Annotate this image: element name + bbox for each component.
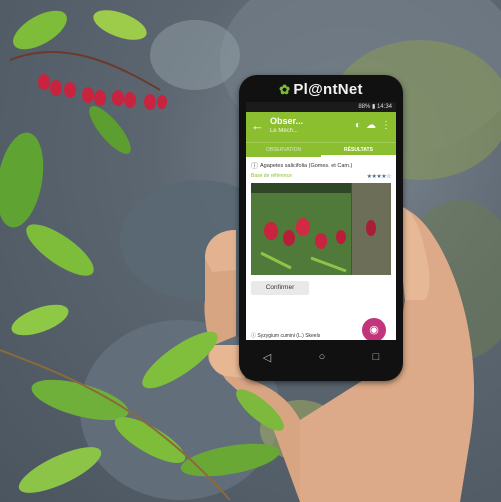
page-subtitle: Le Mêch... [270,128,299,134]
tab-results[interactable]: RÉSULTATS [321,143,396,157]
page-title: Obser... [270,116,304,126]
result-card-2: ⓘ Syzygium cumini (L.) Skeels [251,332,320,339]
back-nav-icon[interactable]: ◁ [263,351,271,364]
berries [38,74,167,110]
info-icon: ⓘ [251,163,258,170]
smartphone: ✿ Pl@ntNet 88% ▮ 14:34 ← Obser... Le Mêch… [239,75,403,381]
tab-bar: OBSERVATION RÉSULTATS [246,142,396,157]
overflow-menu-icon[interactable]: ⋮ [381,120,391,131]
species-name-2: Syzygium cumini (L.) Skeels [257,333,321,339]
toggle-icon[interactable]: ◐ [355,120,361,131]
arrow-left-icon[interactable]: ← [251,118,264,133]
result-card: ⓘ Agapetes salicifolia (Gomes. et Cam.) … [246,157,396,295]
brand-text: Pl@ntNet [293,81,363,98]
result-images[interactable] [251,183,391,275]
app-screen: 88% ▮ 14:34 ← Obser... Le Mêch... ◐ ☁ ⋮ OB… [246,102,396,340]
camera-icon[interactable]: ◉ [362,318,386,340]
confirm-button[interactable]: Confirmer [251,281,309,295]
cloud-upload-icon[interactable]: ☁ [366,120,376,131]
brand-logo: ✿ Pl@ntNet [239,81,403,99]
info-icon: ⓘ [251,333,257,339]
leaf-icon: ✿ [279,82,291,97]
home-nav-icon[interactable]: ○ [319,351,326,363]
recent-apps-icon[interactable]: □ [373,351,380,363]
reference-link[interactable]: Base de référence [251,173,292,180]
system-nav-bar: ◁ ○ □ [239,345,403,369]
app-bar: ← Obser... Le Mêch... ◐ ☁ ⋮ [246,112,396,142]
species-name: Agapetes salicifolia (Gomes. et Cam.) [260,163,353,169]
status-bar: 88% ▮ 14:34 [246,102,396,112]
rating-stars: ★★★★☆ [366,174,392,180]
tab-observation[interactable]: OBSERVATION [246,143,321,157]
